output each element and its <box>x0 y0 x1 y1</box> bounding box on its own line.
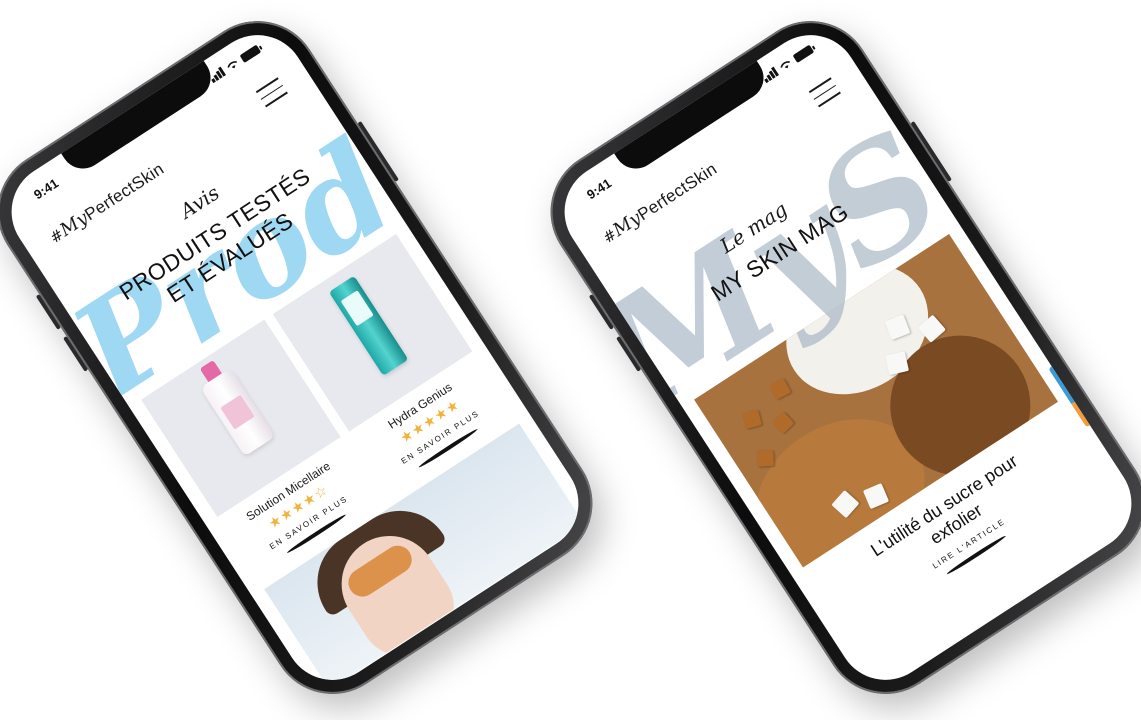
micellar-bottle-image <box>199 368 275 457</box>
screen: 9:41 #MyPerfectSkin <box>0 16 597 699</box>
battery-icon <box>792 44 815 64</box>
status-time: 9:41 <box>31 175 62 203</box>
hamburger-menu-icon[interactable] <box>255 77 289 108</box>
status-icons <box>208 44 262 84</box>
battery-icon <box>239 44 262 64</box>
brown-sugar-cube <box>769 378 792 400</box>
brown-sugar-cube <box>771 411 795 435</box>
wifi-icon <box>780 61 790 69</box>
brown-sugar-cube <box>742 409 762 429</box>
mockup-stage: 9:41 #MyPerfectSkin Prod Avis PRODUITS T… <box>0 0 1141 720</box>
hamburger-menu-icon[interactable] <box>808 77 842 108</box>
hydra-bottle-image <box>328 275 409 377</box>
status-time: 9:41 <box>584 175 615 203</box>
volume-button <box>35 294 61 330</box>
volume-button <box>63 336 89 372</box>
phone-right: 9:41 #MyPerfectSkin MySk Le mag MY SKIN … <box>526 0 1141 718</box>
screen: 9:41 #MyPerfectSkin <box>546 16 1141 699</box>
brown-sugar-cube <box>757 449 774 467</box>
phone-left: 9:41 #MyPerfectSkin Prod Avis PRODUITS T… <box>0 0 617 718</box>
wifi-icon <box>227 61 237 69</box>
volume-button <box>616 336 642 372</box>
status-icons <box>761 44 815 84</box>
volume-button <box>588 294 614 330</box>
